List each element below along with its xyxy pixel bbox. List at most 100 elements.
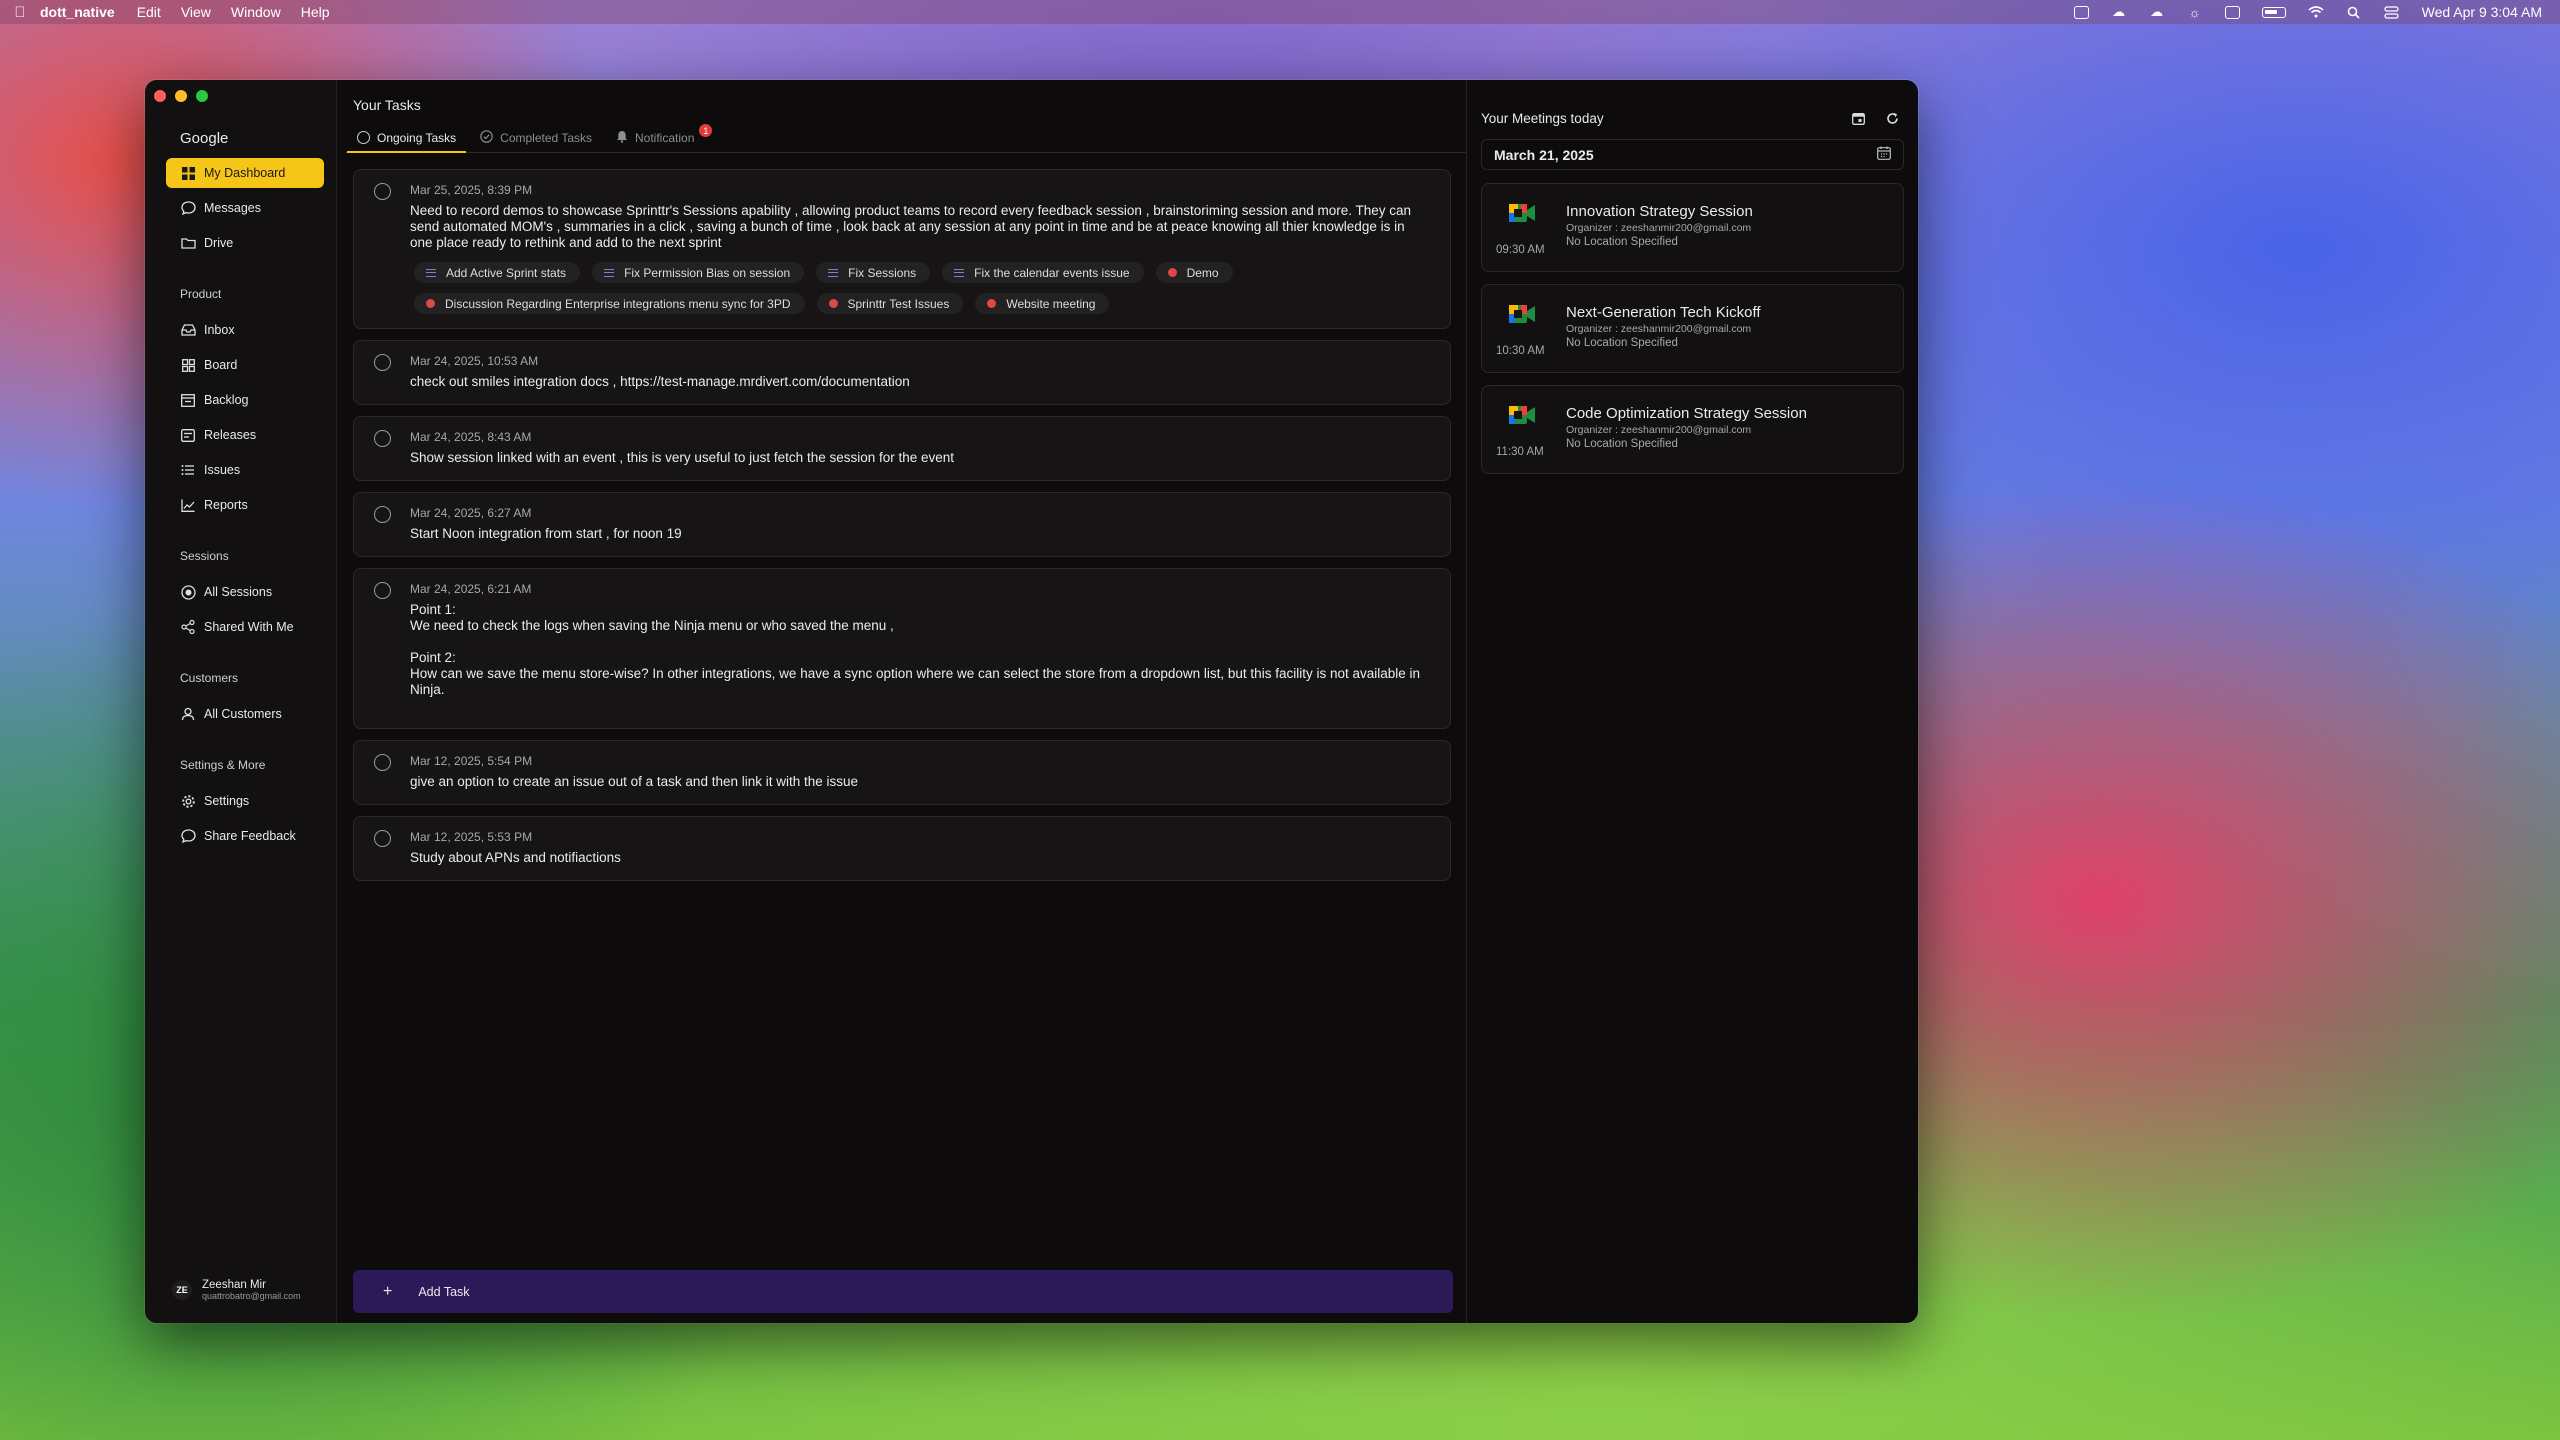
task-text: Point 1: We need to check the logs when …: [410, 602, 1421, 697]
task-complete-checkbox[interactable]: [374, 830, 391, 847]
sidebar-item-backlog[interactable]: Backlog: [166, 385, 324, 415]
meeting-card[interactable]: Code Optimization Strategy Session Organ…: [1481, 385, 1904, 474]
linked-item-chip[interactable]: Add Active Sprint stats: [414, 262, 581, 283]
sidebar-item-settings[interactable]: Settings: [166, 786, 324, 816]
task-card[interactable]: Mar 12, 2025, 5:53 PM Study about APNs a…: [353, 816, 1451, 881]
menu-window[interactable]: Window: [231, 4, 281, 20]
sidebar-item-issues[interactable]: Issues: [166, 455, 324, 485]
menu-clock[interactable]: Wed Apr 9 3:04 AM: [2422, 4, 2542, 20]
maximize-window-button[interactable]: [196, 90, 208, 102]
wifi-icon[interactable]: [2308, 5, 2324, 19]
sidebar-item-messages[interactable]: Messages: [166, 193, 324, 223]
control-center-icon[interactable]: [2384, 5, 2400, 19]
meeting-card[interactable]: Next-Generation Tech Kickoff Organizer :…: [1481, 284, 1904, 373]
menu-view[interactable]: View: [181, 4, 211, 20]
tab-ongoing-tasks[interactable]: Ongoing Tasks: [345, 123, 468, 153]
display-icon[interactable]: [2224, 5, 2240, 19]
task-card[interactable]: Mar 24, 2025, 8:43 AM Show session linke…: [353, 416, 1451, 481]
tab-completed-tasks[interactable]: Completed Tasks: [468, 123, 604, 152]
share-icon: [180, 619, 196, 635]
sidebar-item-label: Shared With Me: [204, 620, 294, 634]
sidebar-item-label: Board: [204, 358, 238, 372]
sidebar-item-my-dashboard[interactable]: My Dashboard: [166, 158, 324, 188]
chip-label: Fix Sessions: [848, 265, 917, 280]
task-complete-checkbox[interactable]: [374, 754, 391, 771]
linked-session-chip[interactable]: Website meeting: [975, 293, 1110, 314]
task-card[interactable]: Mar 24, 2025, 10:53 AM check out smiles …: [353, 340, 1451, 405]
task-complete-checkbox[interactable]: [374, 183, 391, 200]
chip-label: Demo: [1186, 265, 1219, 280]
sidebar-item-all-sessions[interactable]: All Sessions: [166, 577, 324, 607]
menu-edit[interactable]: Edit: [137, 4, 161, 20]
user-profile[interactable]: ZE Zeeshan Mir quattrobatro@gmail.com: [172, 1279, 301, 1301]
task-card[interactable]: Mar 12, 2025, 5:54 PM give an option to …: [353, 740, 1451, 805]
tab-notification[interactable]: Notification 1: [604, 123, 713, 152]
search-icon[interactable]: [2346, 5, 2362, 19]
sidebar-item-inbox[interactable]: Inbox: [166, 315, 324, 345]
apple-icon[interactable]: : [0, 4, 40, 21]
folder-icon: [180, 235, 196, 251]
sidebar-item-releases[interactable]: Releases: [166, 420, 324, 450]
list-icon: [426, 268, 436, 277]
close-window-button[interactable]: [154, 90, 166, 102]
inbox-icon: [180, 322, 196, 338]
profile-info: Zeeshan Mir quattrobatro@gmail.com: [202, 1279, 301, 1301]
meeting-card[interactable]: Innovation Strategy Session Organizer : …: [1481, 183, 1904, 272]
calendar-today-button[interactable]: [1850, 110, 1866, 126]
sidebar-section-sessions: Sessions: [180, 549, 229, 563]
record-dot-icon: [828, 299, 838, 308]
linked-item-chip[interactable]: Fix Sessions: [816, 262, 931, 283]
menu-app-name[interactable]: dott_native: [40, 4, 115, 20]
linked-session-chip[interactable]: Sprinttr Test Issues: [816, 293, 964, 314]
sidebar-item-label: Backlog: [204, 393, 249, 407]
linked-item-chip[interactable]: Fix Permission Bias on session: [592, 262, 805, 283]
task-date: Mar 12, 2025, 5:53 PM: [410, 830, 533, 844]
user-icon: [180, 706, 196, 722]
brightness-icon[interactable]: ☼: [2187, 5, 2203, 20]
sidebar-item-reports[interactable]: Reports: [166, 490, 324, 520]
cloud-alt-icon[interactable]: ☁: [2149, 4, 2165, 19]
task-complete-checkbox[interactable]: [374, 430, 391, 447]
date-picker[interactable]: March 21, 2025: [1481, 139, 1904, 170]
sidebar-item-board[interactable]: Board: [166, 350, 324, 380]
task-card[interactable]: Mar 24, 2025, 6:21 AM Point 1: We need t…: [353, 568, 1451, 729]
record-dot-icon: [1167, 268, 1177, 277]
cloud-icon[interactable]: ☁: [2111, 4, 2127, 19]
profile-name: Zeeshan Mir: [202, 1279, 266, 1291]
notification-badge: 1: [699, 124, 713, 137]
menu-bar:  dott_native Edit View Window Help ☁ ☁ …: [0, 0, 2560, 24]
menu-help[interactable]: Help: [301, 4, 330, 20]
sidebar-item-share-feedback[interactable]: Share Feedback: [166, 821, 324, 851]
sidebar-section-customers: Customers: [180, 671, 239, 685]
meeting-organizer: Organizer : zeeshanmir200@gmail.com: [1566, 222, 1752, 234]
meeting-time: 10:30 AM: [1496, 345, 1545, 357]
sidebar-item-drive[interactable]: Drive: [166, 228, 324, 258]
gear-icon: [180, 793, 196, 809]
calendar-icon[interactable]: [1877, 146, 1891, 163]
task-complete-checkbox[interactable]: [374, 506, 391, 523]
sidebar: Google My Dashboard Messages Drive Produ…: [145, 80, 337, 1323]
minimize-window-button[interactable]: [175, 90, 187, 102]
meeting-location: No Location Specified: [1566, 236, 1678, 248]
check-circle-icon: [480, 129, 493, 146]
add-task-button[interactable]: + Add Task: [353, 1270, 1453, 1313]
task-card[interactable]: Mar 24, 2025, 6:27 AM Start Noon integra…: [353, 492, 1451, 557]
backlog-icon: [180, 392, 196, 408]
battery-icon[interactable]: [2261, 6, 2286, 18]
linked-session-chip[interactable]: Demo: [1155, 262, 1233, 283]
task-date: Mar 24, 2025, 6:21 AM: [410, 582, 532, 596]
sidebar-item-label: My Dashboard: [204, 166, 286, 180]
meeting-organizer: Organizer : zeeshanmir200@gmail.com: [1566, 424, 1752, 436]
workspace-name[interactable]: Google: [145, 106, 336, 158]
linked-session-chip[interactable]: Discussion Regarding Enterprise integrat…: [414, 293, 805, 314]
task-complete-checkbox[interactable]: [374, 354, 391, 371]
refresh-button[interactable]: [1884, 110, 1900, 126]
sidebar-item-shared-with-me[interactable]: Shared With Me: [166, 612, 324, 642]
sidebar-item-all-customers[interactable]: All Customers: [166, 699, 324, 729]
app-tray-icon[interactable]: [2073, 5, 2089, 19]
chat-icon: [180, 828, 196, 844]
task-date: Mar 12, 2025, 5:54 PM: [410, 754, 533, 768]
linked-item-chip[interactable]: Fix the calendar events issue: [942, 262, 1144, 283]
task-complete-checkbox[interactable]: [374, 582, 391, 599]
task-card[interactable]: Mar 25, 2025, 8:39 PM Need to record dem…: [353, 169, 1451, 329]
